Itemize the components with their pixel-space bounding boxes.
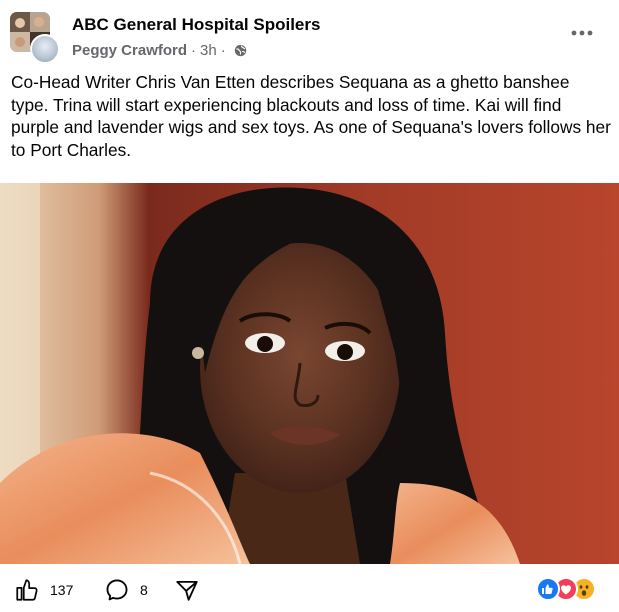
like-reaction-icon: [536, 577, 560, 601]
reaction-summary[interactable]: [536, 577, 606, 603]
avatar-group[interactable]: [10, 12, 60, 64]
thumbs-up-icon: [16, 579, 38, 601]
facebook-post: ABC General Hospital Spoilers Peggy Craw…: [0, 0, 619, 612]
comment-icon: [106, 579, 128, 601]
meta-separator-2: ·: [220, 41, 226, 59]
like-button[interactable]: 137: [14, 568, 73, 612]
post-footer: 137 8: [0, 568, 619, 612]
comment-count: 8: [140, 582, 148, 598]
post-time[interactable]: 3h: [200, 42, 217, 59]
author-avatar[interactable]: [30, 34, 60, 64]
post-text: Co-Head Writer Chris Van Etten describes…: [11, 72, 611, 160]
meta-separator: ·: [191, 41, 197, 59]
globe-icon: [234, 44, 246, 56]
comment-button[interactable]: 8: [104, 568, 148, 612]
more-options-button[interactable]: [562, 18, 602, 48]
post-meta: Peggy Crawford · 3h ·: [72, 40, 247, 60]
more-horizontal-icon: [571, 30, 593, 36]
like-count: 137: [50, 582, 74, 598]
author-name[interactable]: Peggy Crawford: [72, 42, 187, 59]
share-button[interactable]: [174, 568, 200, 612]
share-icon: [176, 580, 198, 601]
group-name[interactable]: ABC General Hospital Spoilers: [72, 15, 320, 35]
post-photo[interactable]: [0, 183, 619, 564]
post-header: ABC General Hospital Spoilers Peggy Craw…: [0, 0, 619, 66]
